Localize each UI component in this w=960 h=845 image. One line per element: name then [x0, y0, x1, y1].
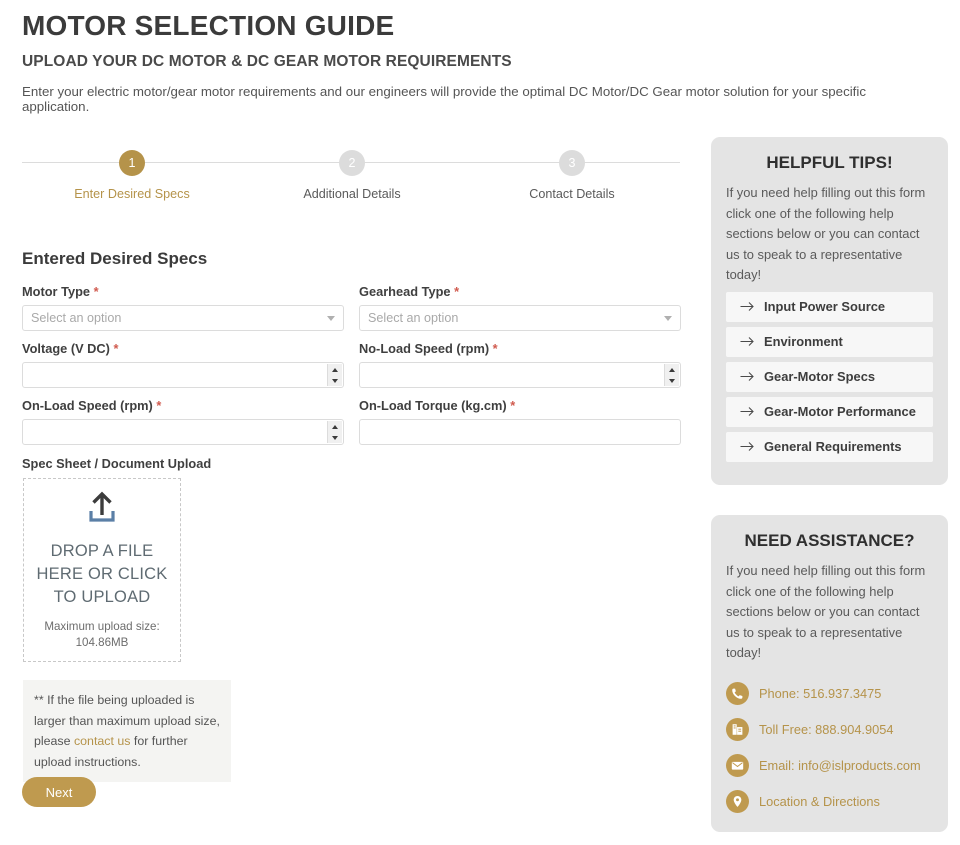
location-pin-icon [726, 790, 749, 814]
envelope-icon [726, 754, 749, 778]
label-gearhead-type: Gearhead Type * [359, 284, 460, 299]
chevron-down-icon [664, 316, 672, 321]
required-asterisk: * [113, 341, 119, 356]
motor-selection-guide-page: MOTOR SELECTION GUIDE UPLOAD YOUR DC MOT… [0, 0, 960, 845]
required-asterisk: * [454, 284, 460, 299]
max-size-value: 104.86MB [75, 636, 129, 649]
stepper-down-icon[interactable] [669, 378, 675, 383]
tip-item-label: Gear-Motor Specs [764, 369, 876, 385]
label-motor-type: Motor Type * [22, 284, 99, 299]
contact-label: Location & Directions [759, 794, 880, 810]
tip-item-gear-motor-performance[interactable]: Gear-Motor Performance [726, 396, 933, 427]
need-assistance-title: NEED ASSISTANCE? [744, 531, 915, 550]
step-1-label: Enter Desired Specs [74, 187, 190, 201]
required-asterisk: * [93, 284, 99, 299]
max-size-label: Maximum upload size: [44, 620, 160, 633]
page-title: MOTOR SELECTION GUIDE [22, 10, 395, 41]
tip-item-environment[interactable]: Environment [726, 326, 933, 357]
need-assistance-panel: NEED ASSISTANCE? If you need help fillin… [711, 515, 948, 832]
stepper-step-1[interactable]: 1 Enter Desired Specs [52, 150, 212, 201]
arrow-right-icon [740, 336, 755, 347]
stepper-up-icon[interactable] [332, 367, 338, 372]
input-on-load-torque[interactable] [359, 419, 681, 445]
step-2-label: Additional Details [303, 187, 401, 201]
step-3-label: Contact Details [529, 187, 615, 201]
stepper-down-icon[interactable] [332, 435, 338, 440]
field-motor-type: Motor Type * Select an option [22, 284, 344, 331]
stepper-up-icon[interactable] [669, 367, 675, 372]
upload-section-title: Spec Sheet / Document Upload [22, 456, 212, 471]
required-asterisk: * [156, 398, 162, 413]
phone-icon [726, 682, 749, 706]
tip-item-label: Environment [764, 334, 843, 350]
arrow-right-icon [740, 371, 755, 382]
select-motor-type[interactable]: Select an option [22, 305, 344, 331]
page-subtitle: UPLOAD YOUR DC MOTOR & DC GEAR MOTOR REQ… [22, 53, 512, 70]
contact-email[interactable]: Email: info@islproducts.com [726, 748, 933, 784]
contact-label: Email: info@islproducts.com [759, 758, 921, 774]
tip-item-label: General Requirements [764, 439, 902, 455]
file-dropzone[interactable]: DROP A FILE HERE OR CLICK TO UPLOAD Maxi… [23, 478, 181, 662]
need-assistance-body: If you need help filling out this form c… [726, 563, 926, 661]
dropzone-max-size: Maximum upload size: 104.86MB [44, 619, 159, 651]
motor-type-placeholder: Select an option [31, 311, 122, 325]
helpful-tips-list: Input Power Source Environment Gear-Moto… [711, 286, 948, 462]
helpful-tips-body: If you need help filling out this form c… [726, 185, 926, 283]
arrow-right-icon [740, 301, 755, 312]
fax-icon [726, 718, 749, 742]
form-stepper: 1 Enter Desired Specs 2 Additional Detai… [22, 150, 680, 210]
required-asterisk: * [510, 398, 516, 413]
field-on-load-torque: On-Load Torque (kg.cm) * [359, 398, 681, 445]
tip-item-general-requirements[interactable]: General Requirements [726, 431, 933, 462]
input-voltage[interactable] [22, 362, 344, 388]
arrow-right-icon [740, 441, 755, 452]
step-3-number: 3 [559, 150, 585, 176]
on-load-speed-stepper[interactable] [327, 421, 342, 443]
step-2-number: 2 [339, 150, 365, 176]
contact-label: Phone: 516.937.3475 [759, 686, 882, 702]
field-no-load-speed: No-Load Speed (rpm) * [359, 341, 681, 388]
form-section-title: Entered Desired Specs [22, 249, 208, 268]
chevron-down-icon [327, 316, 335, 321]
contact-list: Phone: 516.937.3475 Toll Free: 888.904.9… [711, 664, 948, 820]
upload-size-note: ** If the file being uploaded is larger … [23, 680, 231, 782]
stepper-step-3[interactable]: 3 Contact Details [492, 150, 652, 201]
contact-location[interactable]: Location & Directions [726, 784, 933, 820]
contact-us-link[interactable]: contact us [74, 734, 130, 748]
contact-toll-free[interactable]: Toll Free: 888.904.9054 [726, 712, 933, 748]
input-no-load-speed[interactable] [359, 362, 681, 388]
label-on-load-torque: On-Load Torque (kg.cm) * [359, 398, 516, 413]
label-no-load-speed: No-Load Speed (rpm) * [359, 341, 498, 356]
contact-label: Toll Free: 888.904.9054 [759, 722, 894, 738]
field-gearhead-type: Gearhead Type * Select an option [359, 284, 681, 331]
helpful-tips-title: HELPFUL TIPS! [766, 153, 893, 172]
label-voltage: Voltage (V DC) * [22, 341, 119, 356]
upload-icon [83, 489, 121, 532]
step-1-number: 1 [119, 150, 145, 176]
stepper-up-icon[interactable] [332, 424, 338, 429]
tip-item-label: Gear-Motor Performance [764, 404, 916, 420]
next-button[interactable]: Next [22, 777, 96, 807]
stepper-step-2[interactable]: 2 Additional Details [272, 150, 432, 201]
voltage-stepper[interactable] [327, 364, 342, 386]
tip-item-input-power-source[interactable]: Input Power Source [726, 291, 933, 322]
field-voltage: Voltage (V DC) * [22, 341, 344, 388]
helpful-tips-panel: HELPFUL TIPS! If you need help filling o… [711, 137, 948, 485]
gearhead-type-placeholder: Select an option [368, 311, 459, 325]
contact-phone[interactable]: Phone: 516.937.3475 [726, 676, 933, 712]
field-on-load-speed: On-Load Speed (rpm) * [22, 398, 344, 445]
select-gearhead-type[interactable]: Select an option [359, 305, 681, 331]
required-asterisk: * [492, 341, 498, 356]
no-load-speed-stepper[interactable] [664, 364, 679, 386]
input-on-load-speed[interactable] [22, 419, 344, 445]
stepper-down-icon[interactable] [332, 378, 338, 383]
page-intro-text: Enter your electric motor/gear motor req… [22, 84, 866, 114]
tip-item-label: Input Power Source [764, 299, 886, 315]
arrow-right-icon [740, 406, 755, 417]
label-on-load-speed: On-Load Speed (rpm) * [22, 398, 162, 413]
dropzone-main-text: DROP A FILE HERE OR CLICK TO UPLOAD [36, 542, 168, 606]
tip-item-gear-motor-specs[interactable]: Gear-Motor Specs [726, 361, 933, 392]
